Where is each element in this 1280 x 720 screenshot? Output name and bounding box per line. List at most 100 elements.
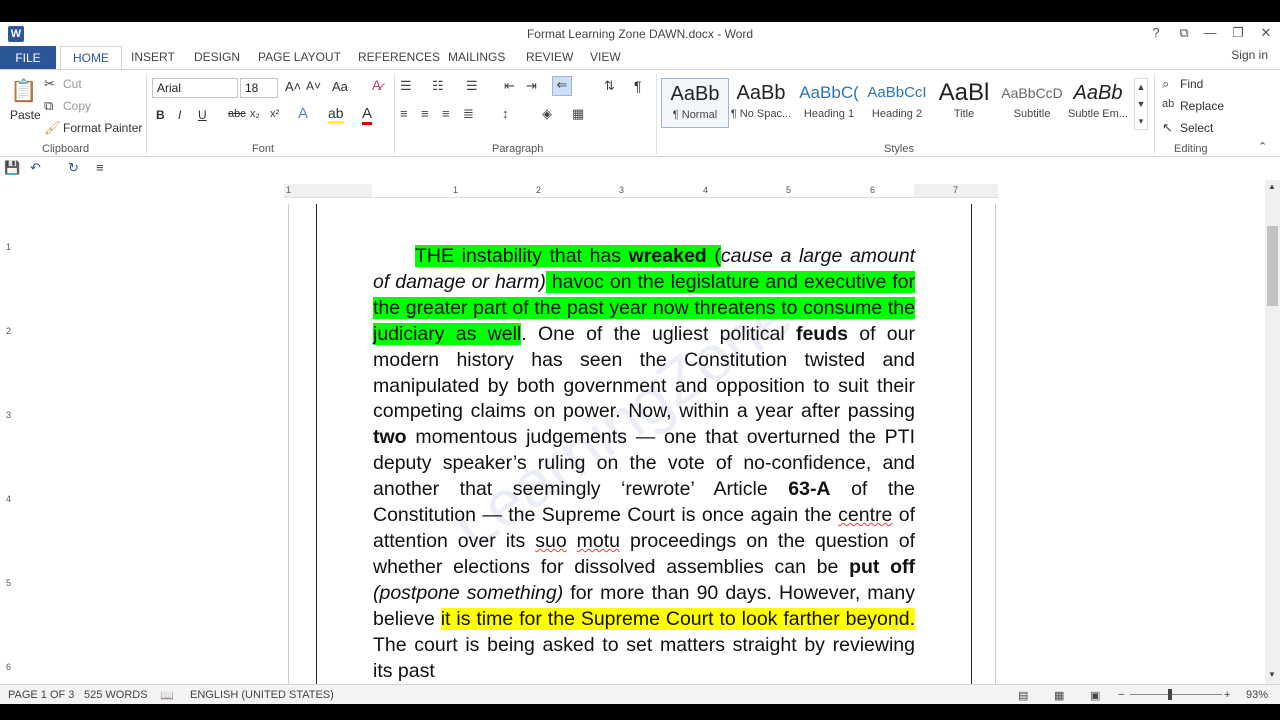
increase-indent-icon[interactable]: ⇥ (526, 78, 537, 94)
highlight-color-icon[interactable]: ab (328, 105, 344, 124)
format-painter-button[interactable]: Format Painter (63, 121, 142, 135)
language-indicator[interactable]: ENGLISH (UNITED STATES) (190, 689, 334, 701)
style-title[interactable]: AaBl Title (930, 78, 998, 128)
redo-icon[interactable]: ↻ (68, 160, 79, 176)
minimize-button[interactable]: — (1198, 25, 1222, 40)
style-normal[interactable]: AaBb ¶ Normal (661, 78, 729, 128)
shading-icon[interactable]: ◈ (542, 106, 552, 122)
decrease-indent-icon[interactable]: ⇤ (504, 78, 515, 94)
tab-design[interactable]: DESIGN (194, 50, 240, 64)
change-case-button[interactable]: Aa (332, 79, 348, 94)
bold-button[interactable]: B (156, 108, 165, 122)
scroll-down-icon[interactable]: ▼ (1268, 670, 1276, 679)
style-heading-1[interactable]: AaBbC( Heading 1 (795, 78, 863, 128)
document-page[interactable]: LearningZone THE instability that has wr… (288, 204, 996, 684)
select-icon[interactable]: ↖ (1162, 120, 1173, 136)
paragraph-group-label: Paragraph (492, 143, 544, 155)
grow-font-icon[interactable]: A˄ (285, 79, 301, 94)
customize-qat-icon[interactable]: ≡ (96, 160, 104, 175)
align-left-icon[interactable]: ≡ (400, 106, 408, 121)
shrink-font-icon[interactable]: A˅ (306, 79, 321, 93)
style-subtitle[interactable]: AaBbCcD Subtitle (998, 78, 1066, 128)
undo-icon[interactable]: ↶ (30, 160, 41, 176)
line-spacing-icon[interactable]: ↕ (502, 106, 509, 121)
print-layout-icon[interactable]: ▦ (1054, 689, 1064, 702)
font-size-box[interactable]: 18 (240, 78, 278, 98)
horizontal-ruler[interactable]: 1 1 2 3 4 5 6 7 (284, 184, 998, 198)
ruler-tick-label: 2 (6, 326, 12, 336)
select-button[interactable]: Select (1180, 121, 1213, 135)
format-painter-icon[interactable]: 🖌 (44, 120, 61, 136)
rtl-direction-icon[interactable]: ⇐ (552, 76, 572, 96)
sign-in-link[interactable]: Sign in (1231, 48, 1268, 62)
paste-icon[interactable]: 📋 (10, 78, 38, 106)
styles-scroll-icon[interactable]: ▲ ▼ ▾ (1134, 78, 1148, 130)
tab-view[interactable]: VIEW (590, 50, 621, 64)
bullets-icon[interactable]: ☰ (400, 78, 412, 94)
font-color-icon[interactable]: A (362, 105, 373, 125)
zoom-out-button[interactable]: − (1118, 689, 1124, 701)
tab-mailings[interactable]: MAILINGS (448, 50, 505, 64)
tab-review[interactable]: REVIEW (526, 50, 573, 64)
clear-formatting-icon[interactable]: A̷ (372, 77, 381, 93)
font-name-box[interactable]: Arial (152, 78, 238, 98)
tab-file[interactable]: FILE (0, 46, 56, 70)
ribbon-display-options-icon[interactable]: ⧉ (1172, 25, 1196, 41)
document-body[interactable]: THE instability that has wreaked (cause … (373, 244, 916, 684)
copy-icon[interactable]: ⧉ (44, 98, 53, 114)
collapse-ribbon-icon[interactable]: ⌃ (1258, 140, 1267, 153)
tab-insert[interactable]: INSERT (131, 50, 175, 64)
help-button[interactable]: ? (1144, 25, 1168, 40)
paste-button[interactable]: Paste (10, 108, 41, 122)
align-center-icon[interactable]: ≡ (421, 106, 429, 121)
style-heading-2[interactable]: AaBbCcI Heading 2 (863, 78, 931, 128)
justify-icon[interactable]: ≣ (463, 106, 474, 122)
zoom-slider[interactable] (1130, 694, 1222, 695)
subscript-button[interactable]: x₂ (250, 108, 260, 120)
find-icon[interactable]: ⌕ (1162, 76, 1169, 92)
align-right-icon[interactable]: ≡ (442, 106, 450, 121)
read-mode-icon[interactable]: ▤ (1018, 689, 1028, 702)
show-formatting-button[interactable]: ¶ (634, 78, 642, 94)
vertical-scrollbar[interactable]: ▲ ▼ (1265, 180, 1280, 684)
replace-button[interactable]: Replace (1180, 99, 1224, 113)
scroll-thumb[interactable] (1267, 226, 1278, 306)
cut-button[interactable]: Cut (63, 77, 82, 91)
ruler-tick-label: 3 (6, 410, 12, 420)
vertical-ruler[interactable]: 1 2 3 4 5 6 (4, 206, 16, 684)
cut-icon[interactable]: ✂ (44, 76, 55, 92)
group-divider (394, 74, 395, 154)
word-count[interactable]: 525 WORDS (84, 689, 148, 701)
proofing-icon[interactable]: 📖 (160, 689, 174, 702)
maximize-button[interactable]: ❐ (1226, 25, 1250, 41)
quick-access-toolbar: 💾 ↶ ↻ ≡ (0, 158, 1280, 180)
style-subtle-emphasis[interactable]: AaBb Subtle Em... (1064, 78, 1132, 128)
text-run: wreaked (628, 245, 707, 267)
text-run: 63-A (788, 478, 831, 501)
borders-icon[interactable]: ▦ (572, 106, 584, 122)
text-effects-icon[interactable]: A (298, 105, 308, 122)
tab-home[interactable]: HOME (60, 46, 122, 70)
zoom-slider-thumb[interactable] (1168, 689, 1172, 700)
web-layout-icon[interactable]: ▣ (1090, 689, 1100, 702)
scroll-up-icon[interactable]: ▲ (1268, 182, 1276, 191)
find-button[interactable]: Find (1180, 77, 1203, 91)
sort-icon[interactable]: ⇅ (604, 78, 615, 94)
style-no-spacing[interactable]: AaBb ¶ No Spac... (727, 78, 795, 128)
tab-references[interactable]: REFERENCES (358, 50, 440, 64)
superscript-button[interactable]: x² (270, 108, 279, 120)
multilevel-list-icon[interactable]: ☰ (466, 78, 478, 94)
tab-page-layout[interactable]: PAGE LAYOUT (258, 50, 341, 64)
strikethrough-button[interactable]: abc (228, 108, 246, 120)
close-button[interactable]: ✕ (1254, 25, 1278, 41)
replace-icon[interactable]: ab (1162, 98, 1174, 110)
style-name: Subtitle (1013, 108, 1051, 120)
page-count[interactable]: PAGE 1 OF 3 (8, 689, 74, 701)
save-icon[interactable]: 💾 (4, 160, 20, 176)
underline-button[interactable]: U (198, 108, 207, 122)
numbering-icon[interactable]: ☷ (432, 78, 444, 94)
italic-button[interactable]: I (178, 108, 181, 122)
copy-button[interactable]: Copy (63, 99, 91, 113)
zoom-in-button[interactable]: + (1224, 689, 1230, 701)
zoom-level[interactable]: 93% (1246, 689, 1268, 701)
